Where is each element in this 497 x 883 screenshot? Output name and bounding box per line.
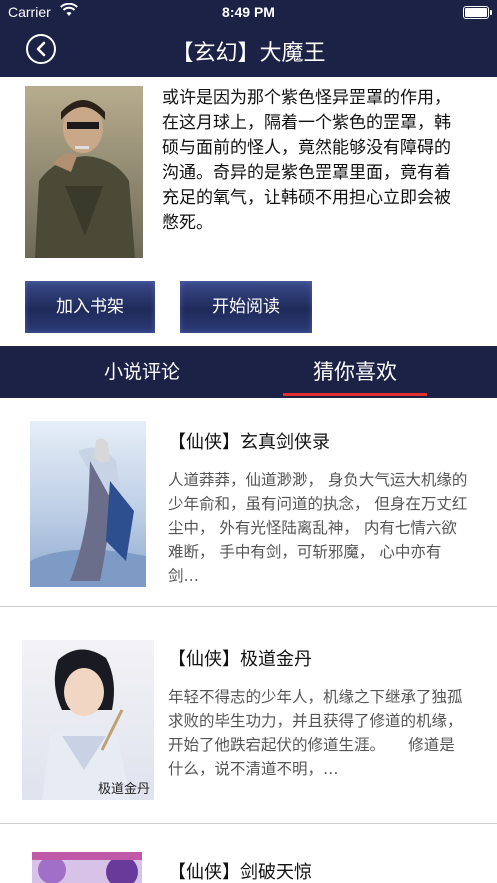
book-title: 【仙侠】玄真剑侠录 <box>168 432 330 453</box>
navigation-bar: 【玄幻】大魔王 <box>0 24 497 77</box>
book-intro: 年轻不得志的少年人，机缘之下继承了独孤求败的毕生功力，并且获得了修道的机缘，开始… <box>168 688 463 778</box>
start-reading-button[interactable]: 开始阅读 <box>180 281 312 333</box>
list-item[interactable]: 【仙侠】剑破天惊 <box>0 824 497 883</box>
status-bar: Carrier 8:49 PM <box>0 0 497 24</box>
tab-novel-comments[interactable]: 小说评论 <box>60 346 224 398</box>
book-cover-image <box>25 86 143 258</box>
tab-bar: 小说评论 猜你喜欢 <box>0 346 497 398</box>
book-description: 或许是因为那个紫色怪异罡罩的作用，在这月球上，隔着一个紫色的罡罩，韩硕与面前的怪… <box>162 88 451 233</box>
book-title: 【仙侠】极道金丹 <box>168 649 312 670</box>
active-tab-indicator <box>283 393 427 396</box>
book-title: 【仙侠】剑破天惊 <box>168 862 312 883</box>
book-cover-image <box>30 421 146 587</box>
book-intro: 人道莽莽，仙道渺渺， 身负大气运大机缘的少年俞和，虽有问道的执念， 但身在万丈红… <box>168 471 468 585</box>
book-cover-image: 极道金丹 <box>22 640 154 800</box>
book-cover-image <box>32 852 142 883</box>
list-item[interactable]: 【仙侠】玄真剑侠录 人道莽莽，仙道渺渺， 身负大气运大机缘的少年俞和，虽有问道的… <box>0 398 497 606</box>
clock: 8:49 PM <box>222 4 275 20</box>
tab-guess-you-like[interactable]: 猜你喜欢 <box>280 346 430 398</box>
cover-title-text: 极道金丹 <box>98 782 151 797</box>
add-to-shelf-button[interactable]: 加入书架 <box>25 281 155 333</box>
battery-icon <box>463 6 492 19</box>
list-item[interactable]: 极道金丹 【仙侠】极道金丹 年轻不得志的少年人，机缘之下继承了独孤求败的毕生功力… <box>0 607 497 823</box>
page-title: 【玄幻】大魔王 <box>171 41 326 66</box>
